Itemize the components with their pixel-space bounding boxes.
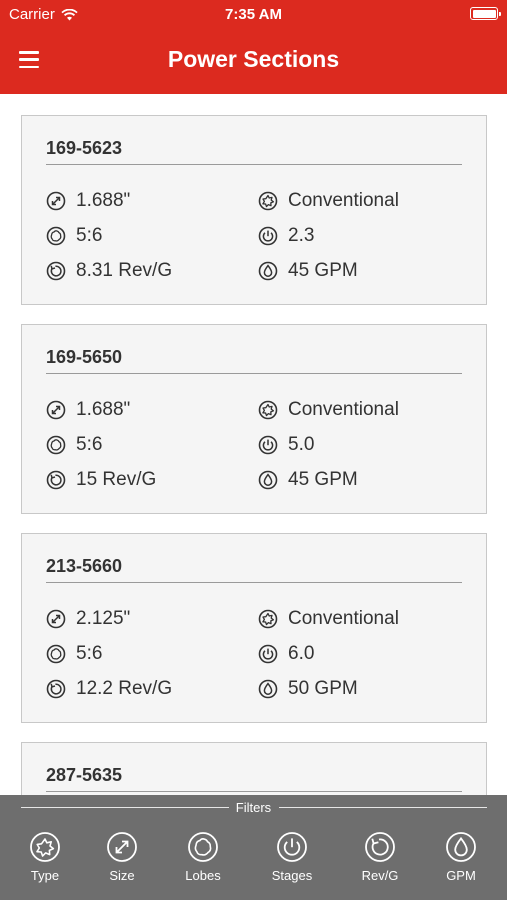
power-section-list[interactable]: 169-5623 1.688" Conventional 5:6 2.3 8.3…: [0, 94, 507, 795]
lobes-spec: 5:6: [46, 643, 102, 665]
filter-bar: Filters Type Size Lobes Stages Rev/G GPM: [0, 795, 507, 900]
gpm-value: 45 GPM: [288, 260, 358, 281]
stages-icon: [277, 832, 307, 862]
lobes-value: 5:6: [76, 434, 103, 455]
divider: [46, 791, 462, 792]
gpm-value: 45 GPM: [288, 469, 358, 490]
gpm-icon: [258, 679, 278, 699]
filter-type-label: Type: [30, 868, 60, 883]
stages-icon: [258, 644, 278, 664]
power-section-card[interactable]: 169-5623 1.688" Conventional 5:6 2.3 8.3…: [21, 115, 487, 305]
type-spec: Conventional: [258, 399, 399, 421]
lobes-spec: 5:6: [46, 225, 102, 247]
rev-spec: 8.31 Rev/G: [46, 260, 172, 282]
filters-label: Filters: [235, 800, 272, 815]
power-section-card[interactable]: 213-5660 2.125" Conventional 5:6 6.0 12.…: [21, 533, 487, 723]
card-code: 213-5660: [46, 556, 123, 576]
stages-spec: 5.0: [258, 434, 314, 456]
gpm-spec: 45 GPM: [258, 469, 358, 491]
rev-icon: [365, 832, 395, 862]
divider: [46, 582, 462, 583]
lobes-icon: [46, 435, 66, 455]
type-value: Conventional: [288, 399, 399, 420]
lobes-value: 5:6: [76, 225, 103, 246]
gpm-icon: [258, 261, 278, 281]
rev-icon: [46, 261, 66, 281]
filter-lobes-button[interactable]: Lobes: [168, 831, 238, 883]
rev-icon: [46, 470, 66, 490]
type-icon: [30, 832, 60, 862]
type-value: Conventional: [288, 190, 399, 211]
divider: [46, 373, 462, 374]
gpm-icon: [446, 832, 476, 862]
rev-spec: 15 Rev/G: [46, 469, 156, 491]
type-icon: [258, 609, 278, 629]
filter-lobes-label: Lobes: [185, 868, 221, 883]
nav-bar: Power Sections: [0, 28, 507, 94]
stages-value: 6.0: [288, 643, 315, 664]
size-icon: [46, 609, 66, 629]
lobes-icon: [188, 832, 218, 862]
status-bar: Carrier 7:35 AM: [0, 0, 507, 28]
filter-size-label: Size: [109, 868, 135, 883]
type-spec: Conventional: [258, 608, 399, 630]
type-value: Conventional: [288, 608, 399, 629]
type-spec: Conventional: [258, 190, 399, 212]
clock: 7:35 AM: [225, 6, 282, 23]
stages-value: 5.0: [288, 434, 315, 455]
power-section-card[interactable]: 169-5650 1.688" Conventional 5:6 5.0 15 …: [21, 324, 487, 514]
size-icon: [107, 832, 137, 862]
battery-icon: [470, 7, 501, 20]
diameter-spec: 2.125": [46, 608, 130, 630]
filter-gpm-button[interactable]: GPM: [426, 831, 496, 883]
card-code: 169-5623: [46, 138, 123, 158]
rev-spec: 12.2 Rev/G: [46, 678, 172, 700]
gpm-value: 50 GPM: [288, 678, 358, 699]
type-icon: [258, 191, 278, 211]
rev-value: 8.31 Rev/G: [76, 260, 173, 281]
filter-stages-label: Stages: [271, 868, 313, 883]
page-title: Power Sections: [167, 46, 340, 72]
lobes-icon: [46, 644, 66, 664]
diameter-spec: 1.688": [46, 190, 130, 212]
gpm-icon: [258, 470, 278, 490]
card-code: 287-5635: [46, 765, 123, 785]
filter-stages-button[interactable]: Stages: [257, 831, 327, 883]
type-icon: [258, 400, 278, 420]
gpm-spec: 50 GPM: [258, 678, 358, 700]
stages-spec: 2.3: [258, 225, 314, 247]
diameter-value: 1.688": [76, 190, 131, 211]
filter-rev-label: Rev/G: [361, 868, 399, 883]
diameter-spec: 1.688": [46, 399, 130, 421]
rev-value: 15 Rev/G: [76, 469, 157, 490]
gpm-spec: 45 GPM: [258, 260, 358, 282]
size-icon: [46, 191, 66, 211]
rev-value: 12.2 Rev/G: [76, 678, 173, 699]
stages-spec: 6.0: [258, 643, 314, 665]
stages-value: 2.3: [288, 225, 315, 246]
power-section-card[interactable]: 287-5635: [21, 742, 487, 795]
stages-icon: [258, 435, 278, 455]
lobes-spec: 5:6: [46, 434, 102, 456]
stages-icon: [258, 226, 278, 246]
filter-size-button[interactable]: Size: [87, 831, 157, 883]
lobes-icon: [46, 226, 66, 246]
filter-rev-button[interactable]: Rev/G: [345, 831, 415, 883]
rev-icon: [46, 679, 66, 699]
divider: [46, 164, 462, 165]
size-icon: [46, 400, 66, 420]
filter-gpm-label: GPM: [446, 868, 476, 883]
diameter-value: 1.688": [76, 399, 131, 420]
filter-type-button[interactable]: Type: [10, 831, 80, 883]
diameter-value: 2.125": [76, 608, 131, 629]
card-code: 169-5650: [46, 347, 123, 367]
lobes-value: 5:6: [76, 643, 103, 664]
